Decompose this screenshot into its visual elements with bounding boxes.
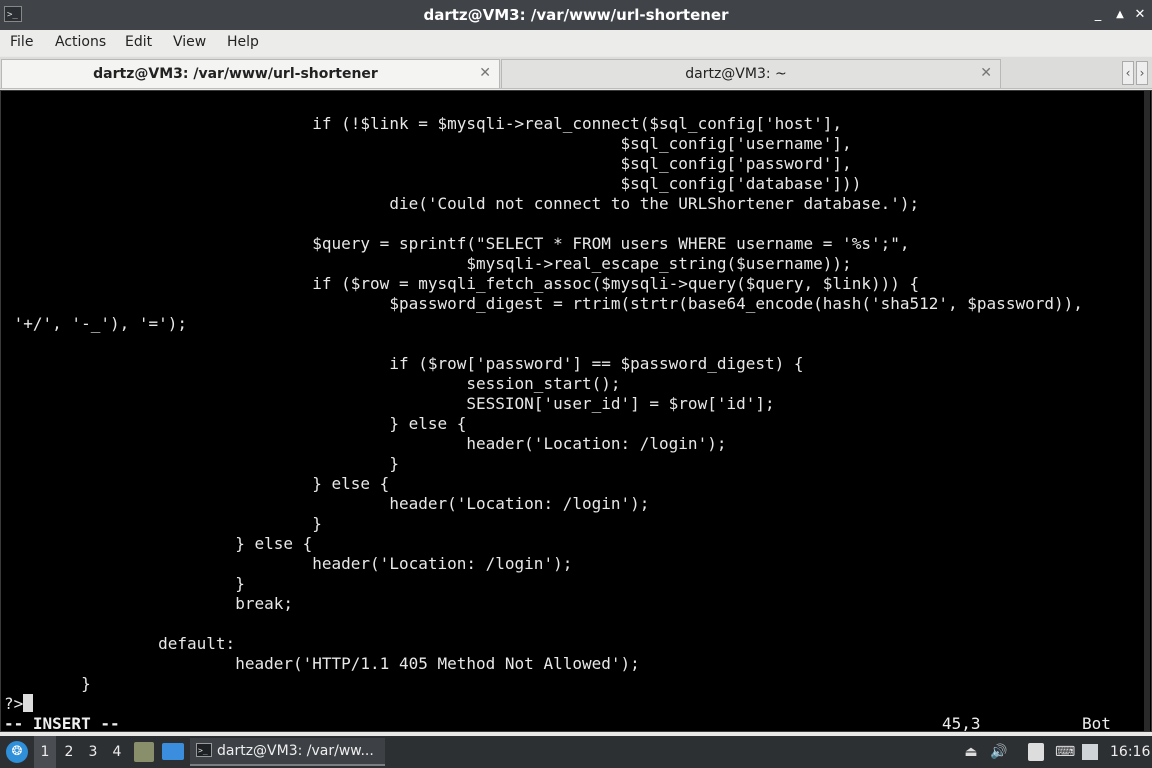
terminal-line: $mysqli->real_escape_string($username)); <box>4 254 852 273</box>
tab-home[interactable]: dartz@VM3: ~ ✕ <box>501 59 1001 88</box>
tab-url-shortener[interactable]: dartz@VM3: /var/www/url-shortener ✕ <box>1 59 500 88</box>
menu-actions[interactable]: Actions <box>55 34 106 50</box>
vim-mode-indicator: -- INSERT -- <box>4 714 120 733</box>
workspace-4[interactable]: 4 <box>106 736 128 768</box>
tab-close-icon[interactable]: ✕ <box>479 65 491 81</box>
menu-edit[interactable]: Edit <box>125 34 152 50</box>
volume-icon[interactable]: 🔊 <box>990 743 1008 761</box>
tab-label: dartz@VM3: ~ <box>685 66 787 82</box>
clock: 16:16 <box>1110 744 1151 760</box>
terminal-line: SESSION['user_id'] = $row['id']; <box>4 394 775 413</box>
tab-scroll-right-icon[interactable]: › <box>1136 61 1148 85</box>
terminal-line: '+/', '-_'), '='); <box>4 314 188 333</box>
terminal-scrollbar[interactable] <box>1144 91 1150 731</box>
taskbar-task-terminal[interactable]: >_ dartz@VM3: /var/ww... <box>190 738 385 766</box>
terminal-line: if (!$link = $mysqli->real_connect($sql_… <box>4 114 843 133</box>
menu-logo-icon[interactable]: ❂ <box>6 741 28 763</box>
network-icon[interactable] <box>1082 744 1098 760</box>
terminal-line: $sql_config['password'], <box>4 154 852 173</box>
eject-icon[interactable]: ⏏ <box>962 743 980 761</box>
window-titlebar[interactable]: >_ dartz@VM3: /var/www/url-shortener _ ▲… <box>0 0 1152 30</box>
workspace-2[interactable]: 2 <box>58 736 80 768</box>
workspace-1[interactable]: 1 <box>34 736 56 768</box>
terminal-view[interactable]: if (!$link = $mysqli->real_connect($sql_… <box>0 90 1152 734</box>
tab-close-icon[interactable]: ✕ <box>980 65 992 81</box>
maximize-button[interactable]: ▲ <box>1110 5 1130 25</box>
close-button[interactable]: ✕ <box>1130 5 1150 25</box>
terminal-line: if ($row = mysqli_fetch_assoc($mysqli->q… <box>4 274 920 293</box>
vim-status-line: -- INSERT -- 45,3 Bot <box>4 714 1144 734</box>
terminal-line: } else { <box>4 414 467 433</box>
terminal-line: } <box>4 574 245 593</box>
menu-help[interactable]: Help <box>227 34 259 50</box>
keyboard-icon[interactable]: ⌨ <box>1055 743 1075 761</box>
terminal-line: $password_digest = rtrim(strtr(base64_en… <box>4 294 1083 313</box>
terminal-line: $sql_config['database'])) <box>4 174 862 193</box>
terminal-line: } else { <box>4 474 390 493</box>
terminal-line: ?> <box>4 694 24 713</box>
terminal-line: header('Location: /login'); <box>4 554 573 573</box>
menu-file[interactable]: File <box>10 34 33 50</box>
minimize-button[interactable]: _ <box>1088 5 1108 25</box>
workspace-3[interactable]: 3 <box>82 736 104 768</box>
window-title: dartz@VM3: /var/www/url-shortener <box>423 6 729 24</box>
terminal-line: session_start(); <box>4 374 621 393</box>
cursor-position: 45,3 <box>942 714 981 733</box>
terminal-line: } <box>4 674 91 693</box>
taskbar: ❂ 1 2 3 4 >_ dartz@VM3: /var/ww... ⏏ 🔊 ⌨… <box>0 736 1152 768</box>
terminal-line: $query = sprintf("SELECT * FROM users WH… <box>4 234 910 253</box>
terminal-line: break; <box>4 594 293 613</box>
text-cursor <box>23 694 34 712</box>
terminal-line: $sql_config['username'], <box>4 134 852 153</box>
desktop-icon[interactable] <box>162 743 184 760</box>
terminal-line: header('HTTP/1.1 405 Method Not Allowed'… <box>4 654 640 673</box>
menu-bar: File Actions Edit View Help <box>0 30 1152 56</box>
terminal-icon: >_ <box>196 743 212 757</box>
tab-label: dartz@VM3: /var/www/url-shortener <box>93 66 378 82</box>
tab-scroll-left-icon[interactable]: ‹ <box>1122 61 1134 85</box>
notes-icon[interactable] <box>1028 743 1044 761</box>
terminal-line: header('Location: /login'); <box>4 434 727 453</box>
terminal-line: } else { <box>4 534 313 553</box>
terminal-line: if ($row['password'] == $password_digest… <box>4 354 804 373</box>
menu-view[interactable]: View <box>173 34 206 50</box>
scroll-position: Bot <box>1082 714 1111 733</box>
terminal-line: header('Location: /login'); <box>4 494 650 513</box>
terminal-line: } <box>4 514 322 533</box>
tab-bar: dartz@VM3: /var/www/url-shortener ✕ dart… <box>0 57 1152 89</box>
terminal-line: } <box>4 454 399 473</box>
task-label: dartz@VM3: /var/ww... <box>217 743 374 759</box>
terminal-line: die('Could not connect to the URLShorten… <box>4 194 920 213</box>
terminal-output: if (!$link = $mysqli->real_connect($sql_… <box>4 114 1083 714</box>
file-manager-icon[interactable] <box>134 742 154 762</box>
terminal-line: default: <box>4 634 236 653</box>
